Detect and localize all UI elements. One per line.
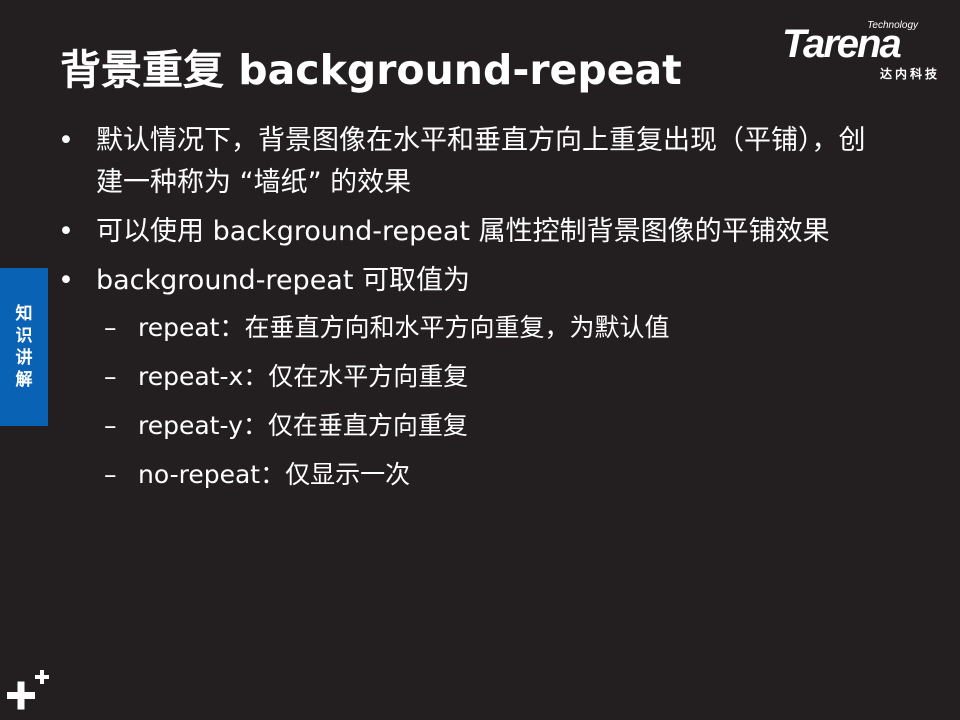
sub-bullet-item: – repeat：在垂直方向和水平方向重复，为默认值: [58, 309, 918, 347]
bullet-dot: •: [58, 216, 74, 247]
side-tab-char: 讲: [15, 348, 33, 368]
bullet-item: • background-repeat 可取值为: [58, 260, 918, 302]
logo-wordmark: Tarena: [782, 22, 902, 66]
sub-bullet-text: no-repeat：仅显示一次: [138, 460, 411, 489]
sub-bullet-item: – repeat-x：仅在水平方向重复: [58, 358, 918, 396]
sub-bullet-dash: –: [104, 460, 117, 489]
sub-bullet-text: repeat：在垂直方向和水平方向重复，为默认值: [138, 313, 670, 342]
plus-icon: [7, 670, 49, 710]
bullet-text: 默认情况下，背景图像在水平和垂直方向上重复出现（平铺），创建一种称为 “墙纸” …: [96, 125, 866, 198]
sub-bullet-text: repeat-x：仅在水平方向重复: [138, 362, 469, 391]
bullet-text: background-repeat 可取值为: [96, 265, 471, 296]
bullet-dot: •: [58, 125, 74, 156]
bullet-list: • 默认情况下，背景图像在水平和垂直方向上重复出现（平铺），创建一种称为 “墙纸…: [58, 120, 918, 505]
sub-bullet-dash: –: [104, 411, 117, 440]
bullet-dot: •: [58, 265, 74, 296]
sub-bullet-item: – repeat-y：仅在垂直方向重复: [58, 407, 918, 445]
sub-bullet-dash: –: [104, 362, 117, 391]
side-tab-char: 知: [15, 304, 33, 324]
logo-chinese-text: 达内科技: [879, 67, 940, 81]
sub-bullet-item: – no-repeat：仅显示一次: [58, 456, 918, 494]
tarena-logo: Technology Tarena 达内科技: [782, 20, 944, 82]
slide-title: 背景重复 background-repeat: [60, 46, 682, 94]
bullet-item: • 默认情况下，背景图像在水平和垂直方向上重复出现（平铺），创建一种称为 “墙纸…: [58, 120, 918, 204]
sub-bullet-text: repeat-y：仅在垂直方向重复: [138, 411, 468, 440]
sub-bullet-dash: –: [104, 313, 117, 342]
bullet-item: • 可以使用 background-repeat 属性控制背景图像的平铺效果: [58, 211, 918, 253]
side-tab-char: 识: [15, 326, 33, 346]
knowledge-explanation-tab: 知 识 讲 解: [0, 268, 48, 426]
bullet-text: 可以使用 background-repeat 属性控制背景图像的平铺效果: [96, 216, 830, 247]
side-tab-char: 解: [15, 370, 33, 390]
